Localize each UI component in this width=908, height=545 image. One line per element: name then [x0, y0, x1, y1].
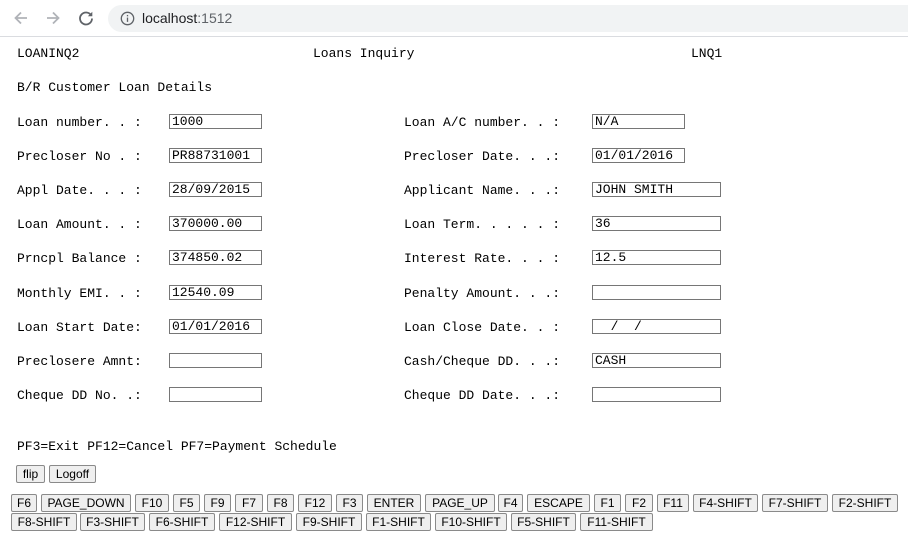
applicant-name-field[interactable]	[592, 182, 721, 197]
loan-start-date-label: Loan Start Date:	[17, 320, 142, 335]
logoff-button[interactable]: Logoff	[49, 465, 96, 483]
key-page-down-button[interactable]: PAGE_DOWN	[41, 494, 131, 512]
key-f10-button[interactable]: F10	[135, 494, 169, 512]
key-f2-button[interactable]: F2	[625, 494, 653, 512]
loan-ac-number-field[interactable]	[592, 114, 685, 129]
loan-amount-field[interactable]	[169, 216, 262, 231]
reload-button[interactable]	[75, 7, 97, 29]
key-f12-button[interactable]: F12	[298, 494, 332, 512]
cash-cheque-dd-label: Cash/Cheque DD. . .:	[404, 354, 561, 369]
precloser-date-label: Precloser Date. . .:	[404, 149, 561, 164]
prncpl-balance-field[interactable]	[169, 250, 262, 265]
key-f8-button[interactable]: F8	[267, 494, 294, 512]
key-f3-shift-button[interactable]: F3-SHIFT	[80, 513, 145, 531]
reload-icon	[79, 11, 93, 26]
key-f1-button[interactable]: F1	[594, 494, 621, 512]
back-button[interactable]	[10, 7, 32, 29]
screen-subtitle: B/R Customer Loan Details	[17, 80, 213, 95]
key-f5-shift-button[interactable]: F5-SHIFT	[511, 513, 576, 531]
loan-number-label: Loan number. . :	[17, 115, 142, 130]
info-icon[interactable]	[120, 11, 135, 26]
key-f9-shift-button[interactable]: F9-SHIFT	[296, 513, 362, 531]
key-f10-shift-button[interactable]: F10-SHIFT	[435, 513, 507, 531]
key-enter-button[interactable]: ENTER	[367, 494, 421, 512]
back-arrow-icon	[14, 11, 27, 25]
loan-close-date-label: Loan Close Date. . :	[404, 320, 561, 335]
loan-number-field[interactable]	[169, 114, 262, 129]
address-bar[interactable]: localhost:1512	[108, 5, 908, 32]
loan-term-label: Loan Term. . . . . :	[404, 217, 561, 232]
key-f2-shift-button[interactable]: F2-SHIFT	[832, 494, 898, 512]
cash-cheque-dd-field[interactable]	[592, 353, 721, 368]
key-f4-button[interactable]: F4	[498, 494, 523, 512]
cheque-dd-date-label: Cheque DD Date. . .:	[404, 388, 561, 403]
key-f8-shift-button[interactable]: F8-SHIFT	[11, 513, 77, 531]
cheque-dd-no-label: Cheque DD No. .:	[17, 388, 142, 403]
cheque-dd-no-field[interactable]	[169, 387, 262, 402]
preclosere-amnt-field[interactable]	[169, 353, 262, 368]
forward-button[interactable]	[42, 7, 64, 29]
precloser-no-label: Precloser No . :	[17, 149, 142, 164]
url-port: :1512	[197, 10, 233, 26]
interest-rate-field[interactable]	[592, 250, 721, 265]
flip-button[interactable]: flip	[16, 465, 45, 483]
browser-toolbar: localhost:1512	[0, 0, 908, 37]
loan-term-field[interactable]	[592, 216, 721, 231]
key-f9-button[interactable]: F9	[204, 494, 231, 512]
penalty-amount-label: Penalty Amount. . .:	[404, 286, 561, 301]
monthly-emi-label: Monthly EMI. . :	[17, 286, 142, 301]
monthly-emi-field[interactable]	[169, 285, 262, 300]
key-f3-button[interactable]: F3	[336, 494, 363, 512]
key-f6-shift-button[interactable]: F6-SHIFT	[149, 513, 215, 531]
forward-arrow-icon	[47, 11, 60, 25]
screen-id: LNQ1	[691, 46, 723, 61]
interest-rate-label: Interest Rate. . . :	[404, 251, 561, 266]
key-f6-button[interactable]: F6	[11, 494, 37, 512]
loan-close-date-field[interactable]	[592, 319, 721, 334]
penalty-amount-field[interactable]	[592, 285, 721, 300]
key-f11-shift-button[interactable]: F11-SHIFT	[580, 513, 653, 531]
key-page-up-button[interactable]: PAGE_UP	[425, 494, 495, 512]
key-f1-shift-button[interactable]: F1-SHIFT	[366, 513, 431, 531]
key-escape-button[interactable]: ESCAPE	[527, 494, 590, 512]
screen-title: Loans Inquiry	[313, 46, 415, 61]
key-f12-shift-button[interactable]: F12-SHIFT	[219, 513, 292, 531]
precloser-no-field[interactable]	[169, 148, 262, 163]
cheque-dd-date-field[interactable]	[592, 387, 721, 402]
key-f5-button[interactable]: F5	[173, 494, 200, 512]
key-f11-button[interactable]: F11	[657, 494, 689, 512]
appl-date-label: Appl Date. . . :	[17, 183, 142, 198]
url-text: localhost:1512	[142, 11, 232, 26]
key-f4-shift-button[interactable]: F4-SHIFT	[693, 494, 758, 512]
applicant-name-label: Applicant Name. . .:	[404, 183, 561, 198]
key-f7-shift-button[interactable]: F7-SHIFT	[762, 494, 828, 512]
preclosere-amnt-label: Preclosere Amnt:	[17, 354, 142, 369]
key-f7-button[interactable]: F7	[235, 494, 263, 512]
function-keys-help: PF3=Exit PF12=Cancel PF7=Payment Schedul…	[17, 439, 337, 454]
loan-ac-number-label: Loan A/C number. . :	[404, 115, 561, 130]
prncpl-balance-label: Prncpl Balance :	[17, 251, 142, 266]
appl-date-field[interactable]	[169, 182, 262, 197]
program-id: LOANINQ2	[17, 46, 80, 61]
url-host: localhost	[142, 10, 198, 26]
loan-amount-label: Loan Amount. . :	[17, 217, 142, 232]
loan-start-date-field[interactable]	[169, 319, 262, 334]
precloser-date-field[interactable]	[592, 148, 685, 163]
